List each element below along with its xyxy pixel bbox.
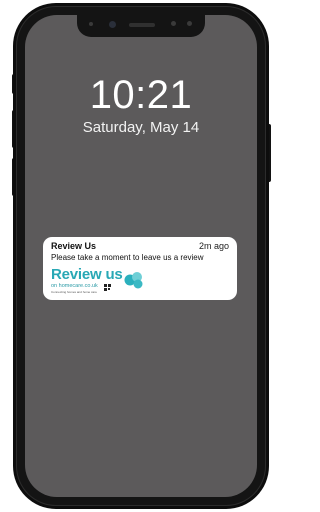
camera-icon — [109, 21, 116, 28]
logo-subtitle: on homecare.co.uk — [51, 283, 98, 289]
phone-frame: 10:21 Saturday, May 14 Review Us 2m ago … — [16, 6, 266, 506]
proximity-sensor-icon — [89, 22, 93, 26]
notification-message: Please take a moment to leave us a revie… — [51, 253, 204, 262]
notification-app-name: Review Us — [51, 241, 97, 251]
notch — [77, 15, 205, 37]
clock-date: Saturday, May 14 — [82, 119, 200, 136]
speaker-grille — [129, 23, 155, 27]
power-button[interactable] — [266, 124, 271, 182]
logo-title: Review us — [51, 266, 123, 283]
face-sensor-icon — [187, 21, 192, 26]
notification-timestamp: 2m ago — [198, 241, 229, 251]
clock-time: 10:21 — [89, 73, 193, 117]
qr-code-icon — [104, 284, 111, 291]
logo-tagline: Connecting homes and home care — [51, 290, 97, 294]
speech-bubbles-icon — [124, 272, 143, 289]
lock-screen[interactable]: 10:21 Saturday, May 14 Review Us 2m ago … — [25, 15, 257, 497]
notification-card[interactable]: Review Us 2m ago Please take a moment to… — [43, 237, 237, 300]
review-us-logo: Review us on homecare.co.uk Connecting h… — [51, 266, 161, 296]
ambient-sensor-icon — [171, 21, 176, 26]
